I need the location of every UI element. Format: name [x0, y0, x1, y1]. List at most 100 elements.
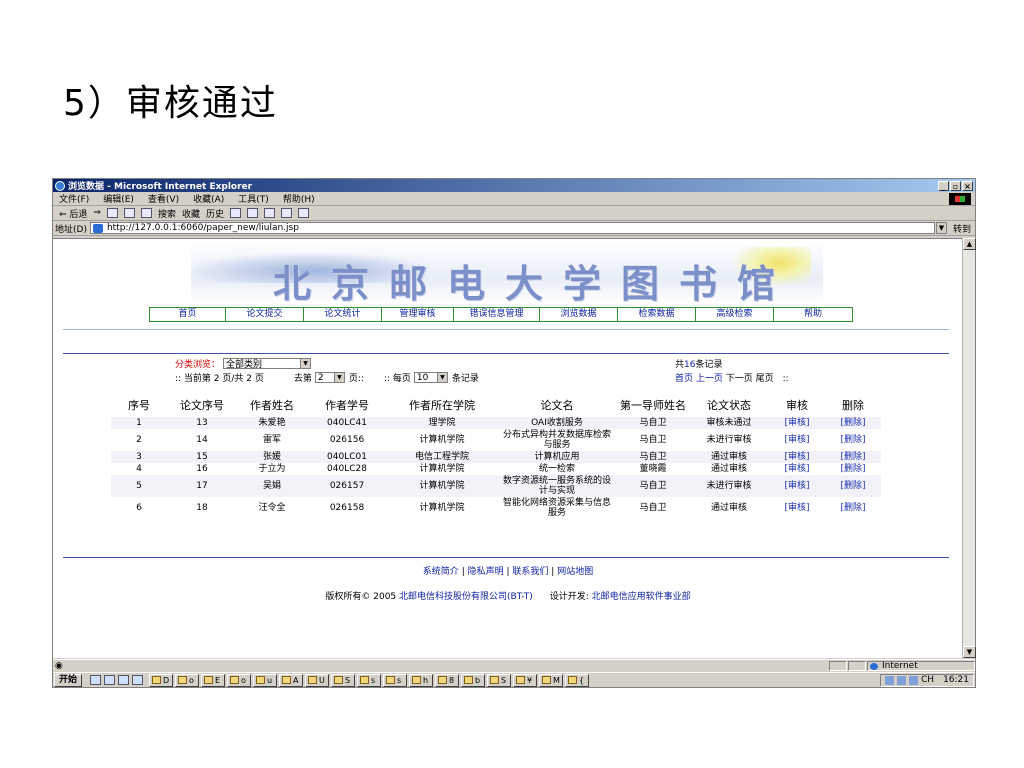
- print-icon[interactable]: [247, 208, 258, 218]
- taskbar-item[interactable]: b: [461, 673, 486, 687]
- menu-tools[interactable]: 工具(T): [238, 192, 269, 205]
- chevron-down-icon: ▼: [300, 359, 311, 368]
- address-label: 地址(D): [55, 224, 87, 235]
- nav-stats[interactable]: 论文统计: [304, 308, 382, 321]
- address-input[interactable]: http://127.0.0.1:6060/paper_new/liulan.j…: [89, 222, 935, 234]
- prev-page-link[interactable]: 上一页: [696, 374, 723, 384]
- forward-button[interactable]: ⇒: [93, 208, 101, 218]
- taskbar-item[interactable]: A: [279, 673, 304, 687]
- minimize-button[interactable]: _: [938, 180, 949, 191]
- menu-help[interactable]: 帮助(H): [283, 192, 315, 205]
- company-link[interactable]: 北邮电信科技股份有限公司(BT-T): [399, 592, 533, 602]
- per-page-select[interactable]: 10 ▼: [413, 372, 448, 383]
- review-link[interactable]: [审核]: [769, 451, 825, 463]
- favorites-button[interactable]: 收藏: [182, 207, 200, 220]
- goto-page-select[interactable]: 2 ▼: [314, 372, 345, 383]
- delete-link[interactable]: [删除]: [825, 497, 881, 519]
- taskbar-item[interactable]: u: [253, 673, 278, 687]
- nav-errors[interactable]: 错误信息管理: [454, 308, 540, 321]
- menu-edit[interactable]: 编辑(E): [103, 192, 134, 205]
- taskbar-item[interactable]: ¥: [513, 673, 538, 687]
- first-page-link[interactable]: 首页: [675, 374, 693, 384]
- vertical-scrollbar[interactable]: ▲ ▼: [962, 238, 976, 658]
- media-icon[interactable]: [132, 675, 144, 685]
- address-dropdown-icon[interactable]: ▼: [935, 222, 947, 234]
- taskbar-item[interactable]: o: [175, 673, 200, 687]
- nav-retrieve[interactable]: 检索数据: [618, 308, 696, 321]
- security-icon[interactable]: [909, 675, 918, 685]
- review-link[interactable]: [审核]: [769, 497, 825, 519]
- delete-link[interactable]: [删除]: [825, 463, 881, 475]
- menu-favorites[interactable]: 收藏(A): [193, 192, 224, 205]
- nav-review[interactable]: 管理审核: [382, 308, 454, 321]
- discuss-icon[interactable]: [281, 208, 292, 218]
- nav-advanced[interactable]: 高级检索: [696, 308, 774, 321]
- maximize-button[interactable]: ▫: [950, 180, 961, 191]
- nav-submit[interactable]: 论文提交: [226, 308, 304, 321]
- taskbar-item[interactable]: S: [487, 673, 512, 687]
- taskbar-item[interactable]: 8: [435, 673, 460, 687]
- taskbar-item[interactable]: S: [331, 673, 356, 687]
- go-button[interactable]: 转到: [953, 222, 971, 235]
- col-header: 作者学号: [325, 399, 369, 412]
- divider: [63, 557, 949, 558]
- taskbar-item[interactable]: {: [565, 673, 590, 687]
- review-link[interactable]: [审核]: [769, 463, 825, 475]
- menu-view[interactable]: 查看(V): [148, 192, 179, 205]
- language-indicator[interactable]: CH: [921, 675, 934, 685]
- taskbar-item[interactable]: U: [305, 673, 330, 687]
- scroll-up-icon[interactable]: ▲: [963, 238, 976, 250]
- category-select[interactable]: 全部类别 ▼: [223, 358, 312, 370]
- messenger-icon[interactable]: [298, 208, 309, 218]
- footer-link-sitemap[interactable]: 网站地图: [557, 567, 593, 577]
- delete-link[interactable]: [删除]: [825, 429, 881, 451]
- slide-title: 5）审核通过: [63, 83, 278, 124]
- taskbar-item[interactable]: M: [539, 673, 564, 687]
- ie-icon: [412, 676, 422, 684]
- menu-file[interactable]: 文件(F): [59, 192, 89, 205]
- taskbar-item[interactable]: h: [409, 673, 434, 687]
- taskbar-item[interactable]: s: [383, 673, 408, 687]
- table-row: 1 13 朱爱艳 040LC41 理学院 OAI收割服务 马自卫 审核未通过 […: [111, 417, 881, 429]
- nav-browse[interactable]: 浏览数据: [540, 308, 618, 321]
- history-button[interactable]: 历史: [206, 207, 224, 220]
- per-page-suffix: 条记录: [451, 374, 479, 384]
- title-bar[interactable]: 浏览数据 - Microsoft Internet Explorer _ ▫ ×: [53, 179, 975, 192]
- taskbar-item[interactable]: s: [357, 673, 382, 687]
- review-link[interactable]: [审核]: [769, 429, 825, 451]
- desktop-icon[interactable]: [104, 675, 116, 685]
- folder-icon: [386, 676, 396, 684]
- nav-help[interactable]: 帮助: [774, 308, 852, 321]
- review-link[interactable]: [审核]: [769, 417, 825, 429]
- footer-link-privacy[interactable]: 隐私声明: [468, 567, 504, 577]
- network-icon[interactable]: [897, 675, 906, 685]
- edit-icon[interactable]: [264, 208, 275, 218]
- start-button[interactable]: 开始: [54, 673, 83, 687]
- status-cell: [848, 660, 866, 671]
- footer-link-contact[interactable]: 联系我们: [512, 567, 548, 577]
- delete-link[interactable]: [删除]: [825, 417, 881, 429]
- close-button[interactable]: ×: [962, 180, 973, 191]
- taskbar-item[interactable]: E: [201, 673, 226, 687]
- scroll-down-icon[interactable]: ▼: [963, 646, 976, 658]
- ie-launch-icon[interactable]: [90, 675, 102, 685]
- outlook-icon[interactable]: [118, 675, 130, 685]
- search-button[interactable]: 搜索: [158, 207, 176, 220]
- taskbar-item[interactable]: D: [149, 673, 174, 687]
- nav-home[interactable]: 首页: [150, 308, 226, 321]
- delete-link[interactable]: [删除]: [825, 475, 881, 497]
- home-icon[interactable]: [140, 208, 152, 218]
- delete-link[interactable]: [删除]: [825, 451, 881, 463]
- developer-link[interactable]: 北邮电信应用软件事业部: [592, 592, 691, 602]
- last-page-text: 尾页: [755, 374, 774, 384]
- review-link[interactable]: [审核]: [769, 475, 825, 497]
- back-button[interactable]: ⇐ 后退: [59, 207, 87, 220]
- volume-icon[interactable]: [885, 675, 894, 685]
- folder-icon: [178, 676, 188, 684]
- taskbar-item[interactable]: o: [227, 673, 252, 687]
- toolbar: ⇐ 后退 ⇒ 搜索 收藏 历史: [53, 206, 975, 221]
- refresh-icon[interactable]: [123, 208, 135, 218]
- mail-icon[interactable]: [230, 208, 241, 218]
- stop-icon[interactable]: [106, 208, 118, 218]
- footer-link-about[interactable]: 系统简介: [423, 567, 459, 577]
